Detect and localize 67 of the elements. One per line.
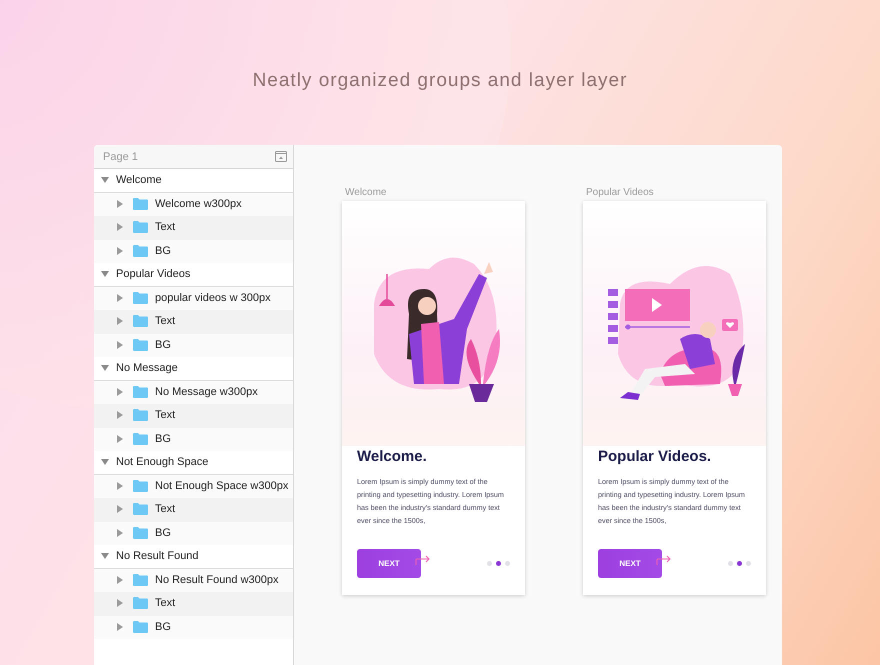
disclosure-triangle-icon[interactable] [116,528,124,537]
folder-icon [133,620,148,633]
folder-icon [133,221,148,234]
arrow-icon [415,554,431,565]
folder-icon [133,244,148,257]
next-button[interactable]: NEXT [357,549,421,578]
layer-row[interactable]: Text [94,404,293,428]
disclosure-triangle-icon[interactable] [116,246,124,255]
disclosure-triangle-icon[interactable] [116,505,124,514]
layer-row[interactable]: BG [94,334,293,357]
screen-title: Welcome. [357,448,428,465]
artboard-label: Popular Videos [585,187,655,198]
page-dot[interactable] [487,561,492,566]
disclosure-triangle-icon[interactable] [116,388,124,396]
disclosure-triangle-icon[interactable] [101,458,109,466]
layer-row[interactable]: BG [94,616,293,639]
section-heading: Neatly organized groups and layer layer [252,70,628,92]
page-dot[interactable] [746,561,751,566]
layer-row[interactable]: Text [94,216,293,240]
disclosure-triangle-icon[interactable] [116,411,124,420]
disclosure-triangle-icon[interactable] [101,552,109,560]
disclosure-triangle-icon[interactable] [116,317,124,326]
layer-row[interactable]: No Message w300px [94,380,293,404]
layer-row[interactable]: Text [94,498,293,522]
next-button[interactable]: NEXT [598,549,662,578]
disclosure-triangle-icon[interactable] [116,599,124,608]
layer-row[interactable]: BG [94,522,293,545]
folder-icon [133,386,148,398]
artboard-label: Welcome [344,187,388,198]
disclosure-triangle-icon[interactable] [116,294,124,302]
layer-row[interactable]: Not Enough Space w300px [94,474,293,498]
folder-icon [133,480,148,492]
disclosure-triangle-icon[interactable] [116,340,124,349]
collapse-icon[interactable] [275,151,287,162]
disclosure-triangle-icon[interactable] [116,576,124,584]
folder-icon [133,503,148,516]
folder-icon [133,432,148,445]
page-dot[interactable] [505,561,510,566]
layer-row[interactable]: Welcome w300px [94,192,293,216]
folder-icon [133,292,148,304]
page-name: Page 1 [103,150,138,162]
folder-icon [133,574,148,586]
folder-icon [133,526,148,539]
disclosure-triangle-icon[interactable] [101,270,109,278]
layer-row[interactable]: popular videos w 300px [94,286,293,310]
page-dot[interactable] [496,561,501,566]
folder-icon [133,198,148,210]
folder-icon [133,409,148,422]
layer-row[interactable]: Text [94,592,293,616]
disclosure-triangle-icon[interactable] [116,434,124,443]
disclosure-triangle-icon[interactable] [116,482,124,490]
layer-row[interactable]: BG [94,428,293,451]
disclosure-triangle-icon[interactable] [116,200,124,208]
screen-title: Popular Videos. [598,448,712,465]
disclosure-triangle-icon[interactable] [116,622,124,631]
folder-icon [133,338,148,351]
disclosure-triangle-icon[interactable] [116,223,124,232]
page-dot[interactable] [737,561,742,566]
layer-row[interactable]: No Result Found w300px [94,568,293,592]
layer-row[interactable]: Text [94,310,293,334]
page-dot[interactable] [728,561,733,566]
folder-icon [133,597,148,610]
arrow-icon [656,554,672,565]
disclosure-triangle-icon[interactable] [101,176,109,184]
folder-icon [133,315,148,328]
layer-row[interactable]: BG [94,240,293,263]
disclosure-triangle-icon[interactable] [101,364,109,372]
